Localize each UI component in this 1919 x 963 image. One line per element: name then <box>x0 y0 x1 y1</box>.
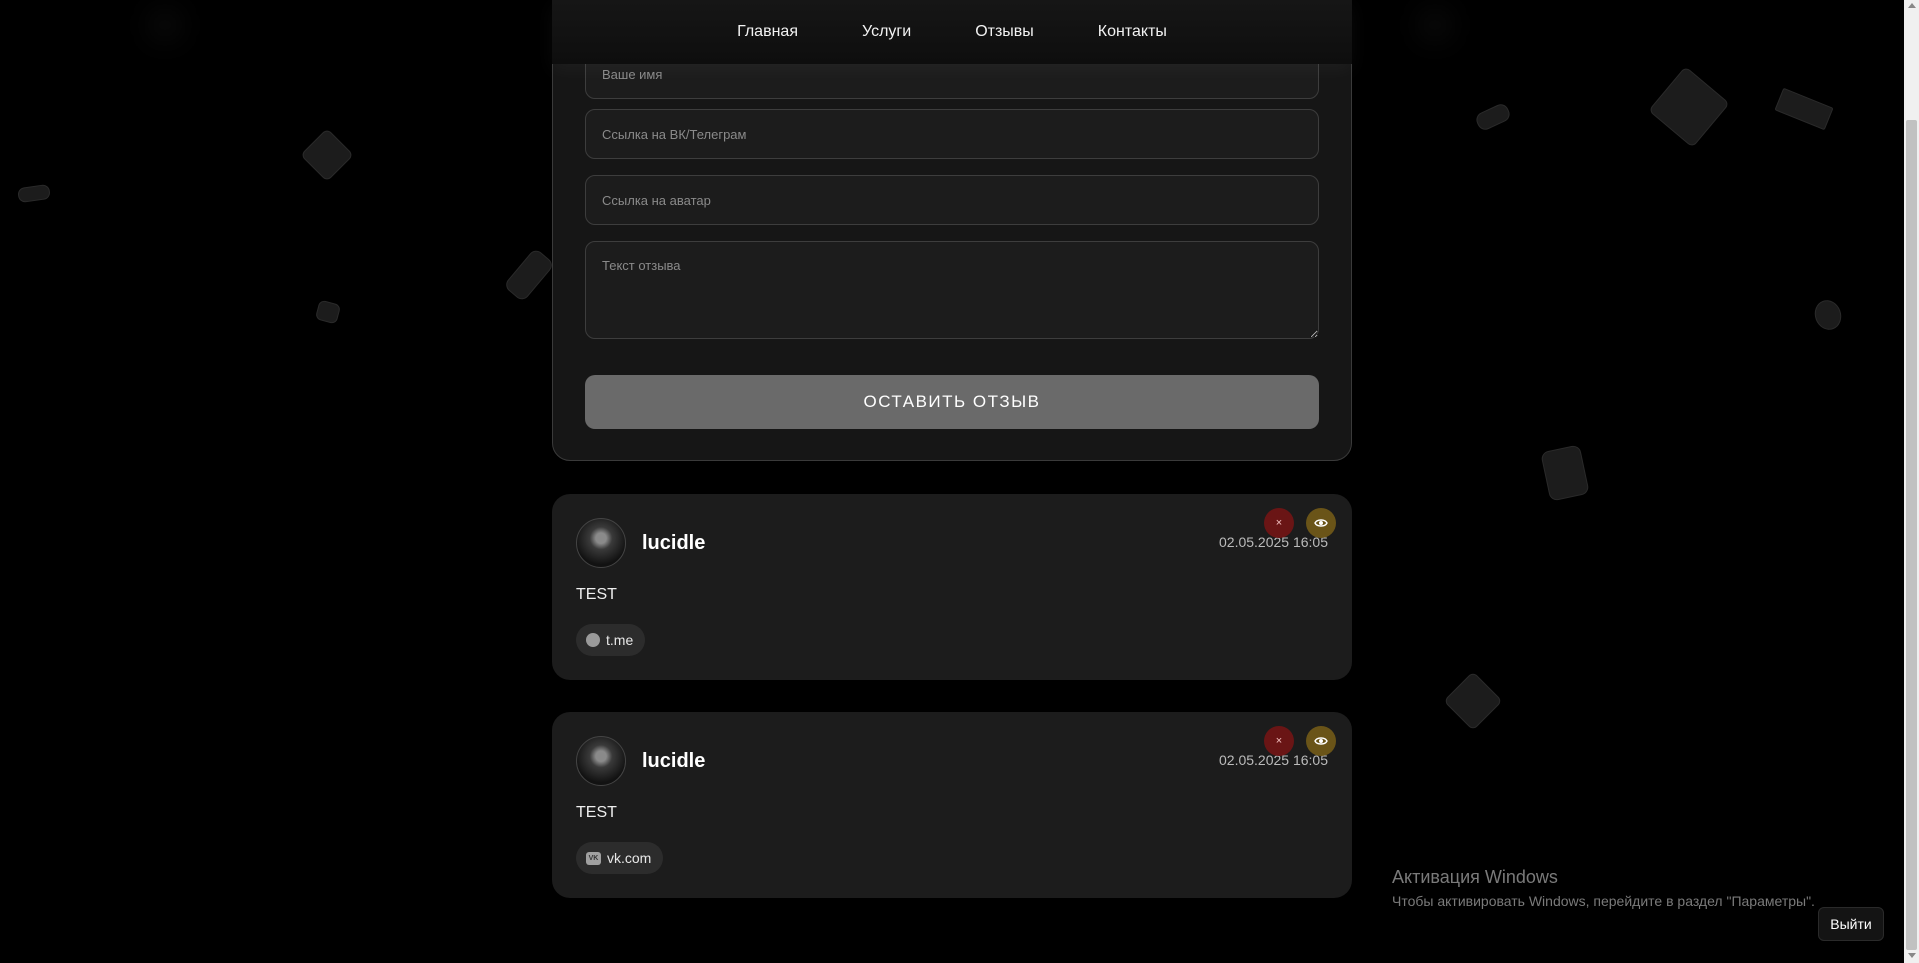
nav-services[interactable]: Услуги <box>862 23 911 41</box>
windows-activation-title: Активация Windows <box>1392 867 1558 887</box>
eye-icon <box>1314 519 1328 527</box>
avatar-link-input[interactable] <box>585 175 1319 225</box>
eye-icon <box>1314 737 1328 745</box>
review-card: lucidle 02.05.2025 16:05 × TEST VK vk.co… <box>552 712 1352 898</box>
scroll-thumb[interactable] <box>1906 120 1917 950</box>
scroll-down-icon[interactable] <box>1908 953 1916 958</box>
vk-icon: VK <box>586 851 601 865</box>
review-author: lucidle <box>642 532 706 554</box>
logout-button[interactable]: Выйти <box>1818 907 1884 941</box>
avatar <box>576 736 626 786</box>
review-text-input[interactable] <box>585 241 1319 339</box>
telegram-icon <box>586 633 600 647</box>
social-link-label: vk.com <box>607 850 652 866</box>
social-link[interactable]: VK vk.com <box>576 842 664 874</box>
social-link-label: t.me <box>606 632 634 648</box>
close-icon: × <box>1275 517 1283 529</box>
top-nav: Главная Услуги Отзывы Контакты <box>552 0 1352 64</box>
review-text: TEST <box>576 586 617 603</box>
close-icon: × <box>1275 735 1283 747</box>
submit-review-button[interactable]: ОСТАВИТЬ ОТЗЫВ <box>585 375 1319 429</box>
toggle-visibility-button[interactable] <box>1306 508 1336 538</box>
scroll-up-icon[interactable] <box>1908 3 1916 8</box>
toggle-visibility-button[interactable] <box>1306 726 1336 756</box>
review-author: lucidle <box>642 750 706 772</box>
windows-activation-subtitle: Чтобы активировать Windows, перейдите в … <box>1392 893 1815 909</box>
review-form: ОСТАВИТЬ ОТЗЫВ <box>552 0 1352 461</box>
delete-review-button[interactable]: × <box>1264 726 1294 756</box>
review-text: TEST <box>576 804 617 821</box>
social-link-input[interactable] <box>585 109 1319 159</box>
nav-reviews[interactable]: Отзывы <box>975 23 1034 41</box>
social-link[interactable]: t.me <box>576 624 646 656</box>
scrollbar[interactable] <box>1904 0 1919 963</box>
nav-home[interactable]: Главная <box>737 23 798 41</box>
delete-review-button[interactable]: × <box>1264 508 1294 538</box>
nav-contacts[interactable]: Контакты <box>1098 23 1167 41</box>
avatar <box>576 518 626 568</box>
review-card: lucidle 02.05.2025 16:05 × TEST t.me <box>552 494 1352 680</box>
